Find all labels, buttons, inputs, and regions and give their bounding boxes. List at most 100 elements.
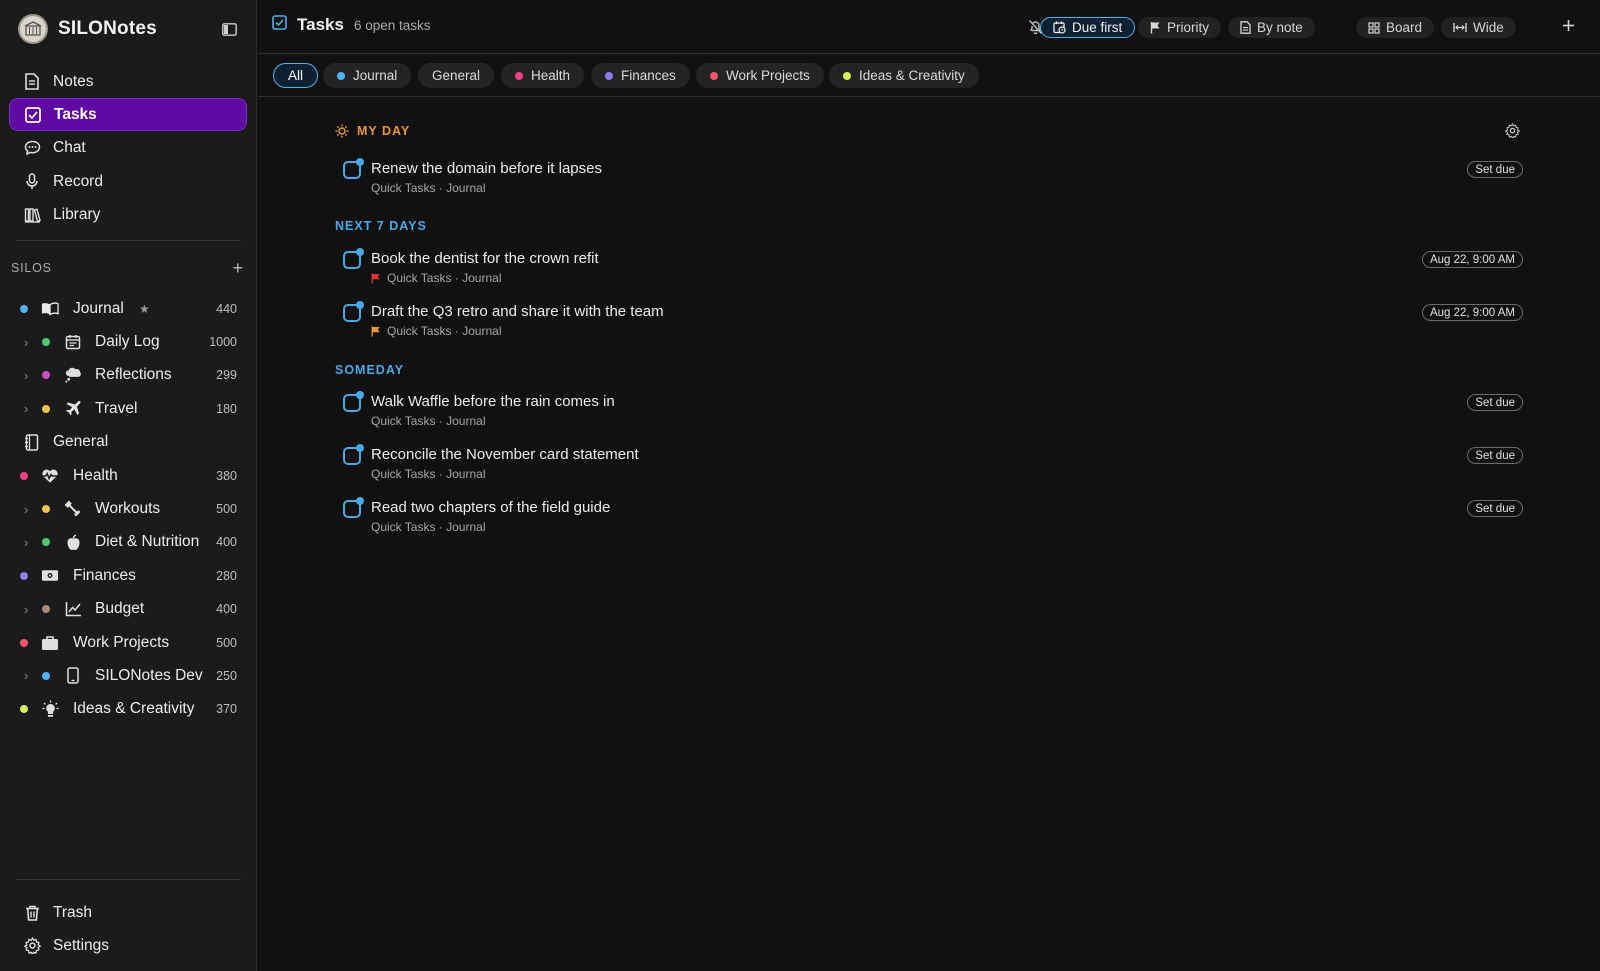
silo-item-finances[interactable]: Finances 280 (0, 559, 257, 592)
task-title[interactable]: Read two chapters of the field guide (371, 499, 610, 516)
chevron-right-icon[interactable]: › (24, 602, 28, 617)
section-heading-next-7-days: NEXT 7 DAYS (335, 219, 427, 233)
document-icon (23, 73, 41, 91)
task-title[interactable]: Renew the domain before it lapses (371, 160, 602, 177)
task-title[interactable]: Walk Waffle before the rain comes in (371, 393, 615, 410)
nav-item-record[interactable]: Record (9, 165, 247, 198)
silo-color-dot (42, 404, 50, 413)
filter-chip-label: Journal (353, 68, 398, 83)
add-task-button[interactable] (1562, 19, 1575, 37)
task-row[interactable]: Book the dentist for the crown refit Quic… (343, 247, 1523, 293)
silo-item-reflections[interactable]: › Reflections 299 (0, 359, 257, 392)
task-checkbox[interactable] (343, 497, 364, 518)
task-title[interactable]: Draft the Q3 retro and share it with the… (371, 303, 664, 320)
chip-color-dot (515, 71, 523, 80)
silo-item-workouts[interactable]: › Workouts 500 (0, 492, 257, 525)
task-checkbox[interactable] (343, 248, 364, 269)
sun-icon (335, 124, 349, 138)
silo-item-ideas-and-creativity[interactable]: Ideas & Creativity 370 (0, 693, 257, 726)
nav-item-trash[interactable]: Trash (9, 896, 247, 929)
due-first-button[interactable]: Due first (1040, 17, 1136, 38)
due-date-button[interactable]: Set due (1467, 447, 1523, 464)
open-book-icon (41, 300, 59, 318)
task-row[interactable]: Read two chapters of the field guide Quic… (343, 496, 1523, 542)
chevron-right-icon[interactable]: › (24, 401, 28, 416)
chevron-right-icon[interactable]: › (24, 668, 28, 683)
board-button[interactable]: Board (1356, 17, 1435, 38)
chip-color-dot (843, 71, 851, 80)
due-date-button[interactable]: Aug 22, 9:00 AM (1421, 251, 1523, 268)
silo-name: Health (73, 466, 118, 484)
section-settings-icon[interactable] (1504, 122, 1521, 143)
grid-icon (1368, 21, 1380, 34)
filter-chip-general[interactable]: General (418, 63, 495, 88)
star-icon[interactable]: ★ (139, 302, 150, 316)
nav-item-notes[interactable]: Notes (9, 65, 247, 98)
filter-chip-finances[interactable]: Finances (591, 63, 690, 88)
task-title[interactable]: Book the dentist for the crown refit (371, 250, 599, 267)
silo-item-diet-and-nutrition[interactable]: › Diet & Nutrition 400 (0, 526, 257, 559)
line-chart-icon (64, 600, 82, 618)
due-date-button[interactable]: Aug 22, 9:00 AM (1421, 304, 1523, 321)
filter-chip-journal[interactable]: Journal (323, 63, 412, 88)
nav-item-label: Trash (53, 903, 93, 921)
silo-item-work-projects[interactable]: Work Projects 500 (0, 626, 257, 659)
silo-color-dot (20, 638, 28, 647)
chevron-right-icon[interactable]: › (24, 502, 28, 517)
airplane-icon (64, 400, 82, 418)
filter-chip-label: General (432, 68, 481, 83)
dumbbell-icon (64, 500, 82, 518)
filter-chip-health[interactable]: Health (501, 63, 585, 88)
task-row[interactable]: Renew the domain before it lapses Quick T… (343, 157, 1523, 203)
nav-item-settings[interactable]: Settings (9, 929, 247, 962)
apple-icon (64, 533, 82, 551)
silo-name: Work Projects (73, 633, 170, 651)
nav-item-library[interactable]: Library (9, 199, 247, 232)
nav-item-label: Chat (53, 139, 86, 157)
priority-button[interactable]: Priority (1138, 17, 1222, 38)
nav-item-chat[interactable]: Chat (9, 132, 247, 165)
filter-chip-label: Work Projects (726, 68, 810, 83)
silo-item-budget[interactable]: › Budget 400 (0, 593, 257, 626)
silo-color-dot (20, 705, 28, 714)
task-title[interactable]: Reconcile the November card statement (371, 446, 639, 463)
silo-item-daily-log[interactable]: › Daily Log 1000 (0, 325, 257, 358)
silo-color-dot (20, 471, 28, 480)
due-date-button[interactable]: Set due (1467, 161, 1523, 178)
filter-chip-work-projects[interactable]: Work Projects (696, 63, 824, 88)
task-checkbox[interactable] (343, 158, 364, 179)
silo-name: Budget (95, 600, 145, 618)
filter-chip-all[interactable]: All (273, 63, 319, 88)
by-note-button[interactable]: By note (1228, 17, 1315, 38)
chevron-right-icon[interactable]: › (24, 335, 28, 350)
filter-chip-ideas-and-creativity[interactable]: Ideas & Creativity (829, 63, 979, 88)
chevron-right-icon[interactable]: › (24, 368, 28, 383)
sidebar-toggle-icon[interactable] (220, 20, 238, 38)
silo-item-journal[interactable]: Journal ★ 440 (0, 292, 257, 325)
nav-item-label: Notes (53, 72, 94, 90)
task-row[interactable]: Draft the Q3 retro and share it with the… (343, 300, 1523, 346)
silo-item-general[interactable]: General (0, 426, 257, 459)
silo-item-travel[interactable]: › Travel 180 (0, 392, 257, 425)
task-row[interactable]: Reconcile the November card statement Qui… (343, 443, 1523, 489)
task-row[interactable]: Walk Waffle before the rain comes in Quic… (343, 390, 1523, 436)
task-meta: Quick Tasks · Journal (371, 181, 486, 195)
task-meta: Quick Tasks · Journal (371, 520, 486, 534)
task-checkbox[interactable] (343, 301, 364, 322)
task-checkbox[interactable] (343, 444, 364, 465)
plus-icon (1562, 19, 1575, 36)
due-date-button[interactable]: Set due (1467, 500, 1523, 517)
filter-chip-label: Finances (621, 68, 676, 83)
silo-name: Reflections (95, 366, 172, 384)
wide-button[interactable]: Wide (1441, 17, 1516, 38)
add-silo-button[interactable]: + (232, 259, 243, 277)
due-date-button[interactable]: Set due (1467, 394, 1523, 411)
silo-item-silonotes-dev[interactable]: › SILONotes Dev 250 (0, 659, 257, 692)
chevron-right-icon[interactable]: › (24, 535, 28, 550)
briefcase-icon (41, 634, 59, 652)
task-checkbox[interactable] (343, 391, 364, 412)
page-heading: Tasks 6 open tasks (272, 15, 431, 35)
nav-item-tasks[interactable]: Tasks (9, 98, 247, 132)
silo-item-health[interactable]: Health 380 (0, 459, 257, 492)
silo-count: 400 (216, 602, 237, 617)
